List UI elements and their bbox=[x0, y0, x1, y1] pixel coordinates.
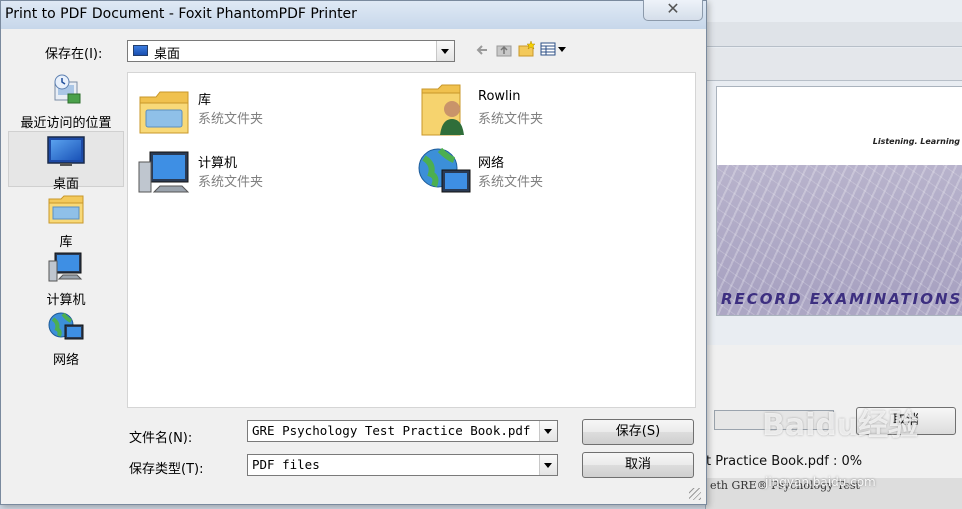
file-name: Rowlin bbox=[478, 89, 521, 104]
save-in-label: 保存在(I): bbox=[45, 47, 103, 62]
close-button[interactable]: ✕ bbox=[643, 0, 703, 21]
background-toolbar-2 bbox=[706, 48, 962, 81]
back-arrow-icon[interactable] bbox=[475, 43, 489, 57]
cancel-button[interactable]: 取消 bbox=[582, 452, 694, 478]
resize-grip[interactable] bbox=[689, 488, 701, 500]
preview-tagline: Listening. Learning bbox=[872, 137, 960, 146]
background-toolbar bbox=[706, 22, 962, 47]
up-folder-icon[interactable] bbox=[496, 42, 512, 57]
close-icon: ✕ bbox=[666, 0, 680, 18]
nav-item-library[interactable]: 库 bbox=[8, 191, 124, 250]
nav-item-label: 库 bbox=[59, 235, 73, 250]
nav-item-computer[interactable]: 计算机 bbox=[8, 251, 124, 308]
dialog-client: 保存在(I): 桌面 最近访问的位置 桌面 库 计算机 网络 库 系统文件夹 R… bbox=[3, 29, 704, 503]
places-bar: 最近访问的位置 桌面 库 计算机 网络 bbox=[8, 71, 124, 416]
save-in-value: 桌面 bbox=[154, 47, 181, 62]
filetype-label: 保存类型(T): bbox=[129, 462, 204, 477]
filename-input[interactable]: GRE Psychology Test Practice Book.pdf bbox=[247, 420, 558, 442]
recent-places-icon bbox=[54, 74, 81, 104]
file-type: 系统文件夹 bbox=[478, 112, 544, 127]
new-folder-icon[interactable] bbox=[518, 40, 536, 57]
nav-item-label: 桌面 bbox=[52, 177, 79, 192]
file-type: 系统文件夹 bbox=[198, 175, 264, 190]
watermark-brand: Baidu经验 bbox=[762, 408, 919, 443]
file-list[interactable]: 库 系统文件夹 Rowlin 系统文件夹 计算机 系统文件夹 网络 系统文件夹 bbox=[127, 72, 696, 408]
document-preview: Listening. Learning RECORD EXAMINATIONS® bbox=[716, 86, 962, 316]
library-icon bbox=[48, 195, 84, 224]
save-dialog: Print to PDF Document - Foxit PhantomPDF… bbox=[0, 0, 707, 505]
chevron-down-icon[interactable] bbox=[539, 421, 557, 441]
file-item-user[interactable]: Rowlin 系统文件夹 bbox=[416, 83, 676, 139]
chevron-down-icon[interactable] bbox=[436, 41, 454, 61]
user-folder-icon bbox=[421, 84, 464, 136]
library-folder-icon bbox=[139, 91, 189, 134]
file-item-library[interactable]: 库 系统文件夹 bbox=[136, 83, 396, 139]
filename-label: 文件名(N): bbox=[129, 431, 193, 446]
file-item-computer[interactable]: 计算机 系统文件夹 bbox=[136, 146, 396, 202]
computer-icon bbox=[48, 252, 83, 282]
network-globe-icon bbox=[418, 147, 471, 193]
file-name: 计算机 bbox=[198, 156, 238, 171]
nav-item-label: 计算机 bbox=[46, 293, 86, 308]
title-bar[interactable]: Print to PDF Document - Foxit PhantomPDF… bbox=[1, 0, 706, 29]
watermark-url: jingyan.baidu.com bbox=[765, 475, 876, 489]
nav-item-label: 网络 bbox=[52, 353, 79, 368]
preview-banner: RECORD EXAMINATIONS® bbox=[721, 290, 962, 308]
desktop-small-icon bbox=[133, 45, 148, 56]
nav-item-label: 最近访问的位置 bbox=[20, 116, 112, 131]
view-menu-icon[interactable] bbox=[540, 42, 568, 56]
file-item-network[interactable]: 网络 系统文件夹 bbox=[416, 146, 676, 202]
save-button[interactable]: 保存(S) bbox=[582, 419, 694, 445]
filename-value: GRE Psychology Test Practice Book.pdf bbox=[252, 423, 531, 438]
file-type: 系统文件夹 bbox=[198, 112, 264, 127]
progress-status: t Practice Book.pdf : 0% bbox=[706, 454, 863, 469]
file-name: 库 bbox=[198, 93, 212, 108]
chevron-down-icon[interactable] bbox=[539, 455, 557, 475]
file-name: 网络 bbox=[478, 156, 505, 171]
file-type: 系统文件夹 bbox=[478, 175, 544, 190]
dialog-title: Print to PDF Document - Foxit PhantomPDF… bbox=[5, 6, 357, 22]
filetype-value: PDF files bbox=[252, 457, 320, 472]
save-in-combo[interactable]: 桌面 bbox=[127, 40, 455, 62]
computer-icon bbox=[138, 151, 190, 193]
network-icon bbox=[48, 312, 84, 340]
nav-item-recent[interactable]: 最近访问的位置 bbox=[8, 71, 124, 131]
nav-item-desktop[interactable]: 桌面 bbox=[8, 131, 124, 192]
nav-item-network[interactable]: 网络 bbox=[8, 311, 124, 368]
desktop-icon bbox=[47, 136, 85, 166]
filetype-select[interactable]: PDF files bbox=[247, 454, 558, 476]
